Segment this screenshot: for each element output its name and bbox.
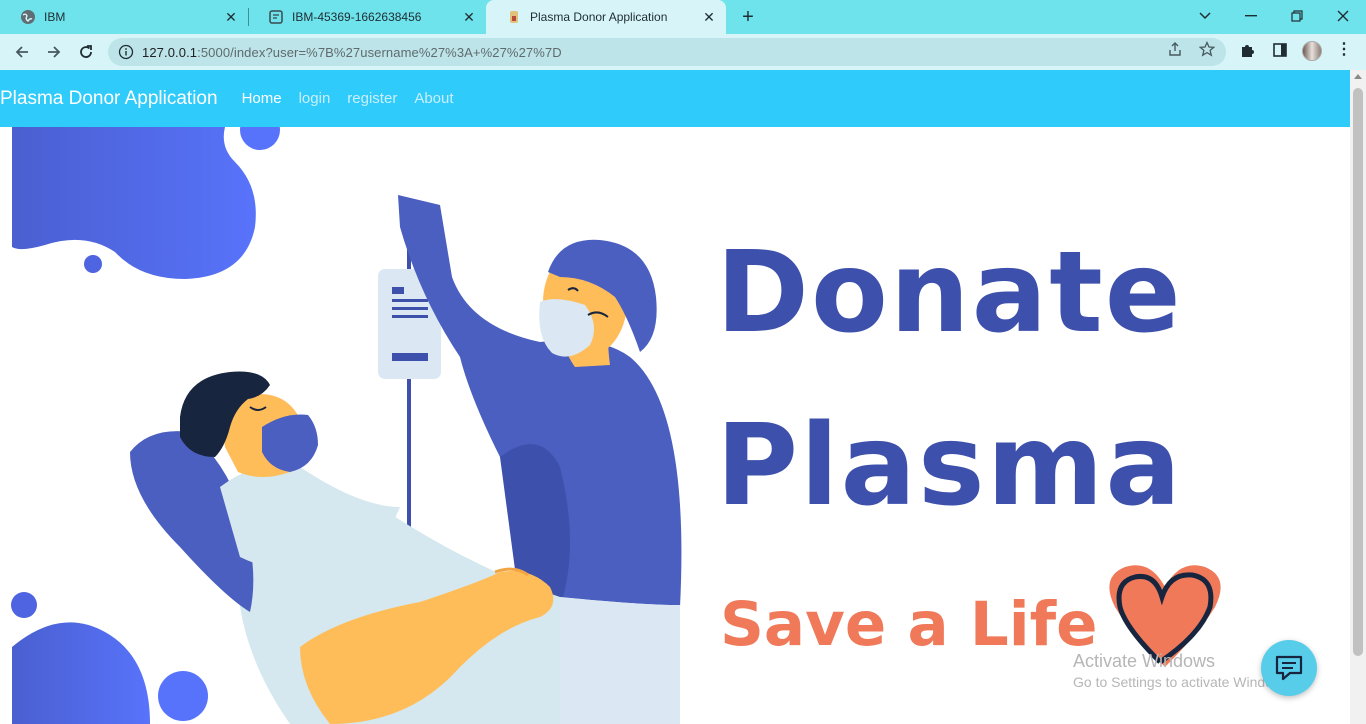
- hero-tagline: Save a Life: [720, 589, 1098, 660]
- chevron-down-icon: [1199, 12, 1211, 20]
- minimize-icon: [1245, 15, 1257, 17]
- close-icon: [1337, 10, 1349, 22]
- arrow-right-icon: [48, 46, 61, 58]
- scroll-up-arrow-icon[interactable]: [1354, 74, 1362, 79]
- puzzle-icon: [1242, 45, 1254, 57]
- tab-title: IBM-45369-1662638456: [292, 10, 422, 24]
- iv-bag-line: [392, 353, 428, 361]
- forward-button[interactable]: [42, 40, 66, 64]
- iv-bag-line: [392, 299, 428, 302]
- url-text: 127.0.0.1:5000/index?user=%7B%27username…: [142, 45, 562, 60]
- decor-dot: [11, 592, 37, 618]
- address-bar[interactable]: 127.0.0.1:5000/index?user=%7B%27username…: [108, 38, 1226, 66]
- nav-link-login[interactable]: login: [299, 90, 331, 107]
- decor-dot: [158, 671, 208, 721]
- bookmark-button[interactable]: [1198, 40, 1216, 58]
- restore-button[interactable]: [1274, 4, 1320, 28]
- nav-link-about[interactable]: About: [414, 90, 453, 107]
- page-viewport: Plasma Donor Application Home login regi…: [0, 70, 1366, 724]
- chat-button[interactable]: [1261, 640, 1317, 696]
- browser-tab-ibm-45369[interactable]: IBM-45369-1662638456 ✕: [248, 0, 486, 34]
- close-window-button[interactable]: [1320, 4, 1366, 28]
- hero-headline-plasma: Plasma: [716, 401, 1183, 531]
- blood-bag-icon: [506, 9, 522, 25]
- tab-strip: IBM ✕ IBM-45369-1662638456 ✕ Plasma Dono…: [0, 0, 1366, 34]
- decor-dot: [84, 255, 102, 273]
- nav-link-register[interactable]: register: [347, 90, 397, 107]
- share-button[interactable]: [1166, 40, 1184, 58]
- close-icon[interactable]: ✕: [700, 8, 718, 26]
- menu-kebab-icon[interactable]: ⋮: [1336, 40, 1352, 60]
- tab-title: Plasma Donor Application: [530, 10, 668, 24]
- decor-dot: [240, 127, 280, 150]
- browser-tab-plasma-donor[interactable]: Plasma Donor Application ✕: [486, 0, 726, 34]
- chat-icon: [1275, 655, 1303, 681]
- profile-avatar[interactable]: [1302, 41, 1322, 61]
- scrollbar-thumb[interactable]: [1353, 88, 1363, 656]
- back-button[interactable]: [10, 40, 34, 64]
- side-panel-icon: [1273, 43, 1287, 57]
- side-panel-button[interactable]: [1270, 40, 1290, 60]
- reload-button[interactable]: [74, 40, 98, 64]
- minimize-button[interactable]: [1228, 4, 1274, 28]
- browser-tab-ibm[interactable]: IBM ✕: [0, 0, 248, 34]
- doc-icon: [268, 9, 284, 25]
- patient-mask: [262, 414, 318, 472]
- tab-title: IBM: [44, 10, 66, 24]
- arrow-left-icon: [15, 46, 28, 58]
- restore-icon: [1291, 10, 1303, 22]
- extensions-button[interactable]: [1238, 40, 1258, 60]
- hero-section: Donate Plasma Save a Life Activate Windo…: [0, 127, 1350, 724]
- nav-link-home[interactable]: Home: [242, 90, 282, 107]
- decor-blob-top-left: [12, 127, 256, 279]
- watermark-line2: Go to Settings to activate Windows.: [1073, 674, 1294, 690]
- globe-icon: [20, 9, 36, 25]
- close-icon[interactable]: ✕: [460, 8, 478, 26]
- decor-blob-bottom-left: [12, 622, 150, 724]
- tab-search-button[interactable]: [1182, 4, 1228, 28]
- reload-icon: [80, 45, 92, 58]
- site-navbar: Plasma Donor Application Home login regi…: [0, 70, 1350, 127]
- star-icon: [1199, 41, 1215, 57]
- url-host: 127.0.0.1: [142, 44, 198, 60]
- browser-toolbar: 127.0.0.1:5000/index?user=%7B%27username…: [0, 34, 1366, 70]
- url-path: :5000/index?user=%7B%27username%27%3A+%2…: [197, 44, 562, 60]
- close-icon[interactable]: ✕: [222, 8, 240, 26]
- iv-bag-label: [392, 287, 404, 294]
- page-scrollbar[interactable]: [1350, 70, 1366, 724]
- new-tab-button[interactable]: +: [736, 6, 760, 28]
- navbar-brand[interactable]: Plasma Donor Application: [0, 88, 218, 110]
- info-icon[interactable]: [118, 44, 134, 60]
- share-icon: [1169, 42, 1181, 56]
- bed-end: [560, 597, 680, 724]
- iv-bag-line: [392, 307, 428, 310]
- hero-headline-donate: Donate: [716, 228, 1183, 358]
- iv-bag-line: [392, 315, 428, 318]
